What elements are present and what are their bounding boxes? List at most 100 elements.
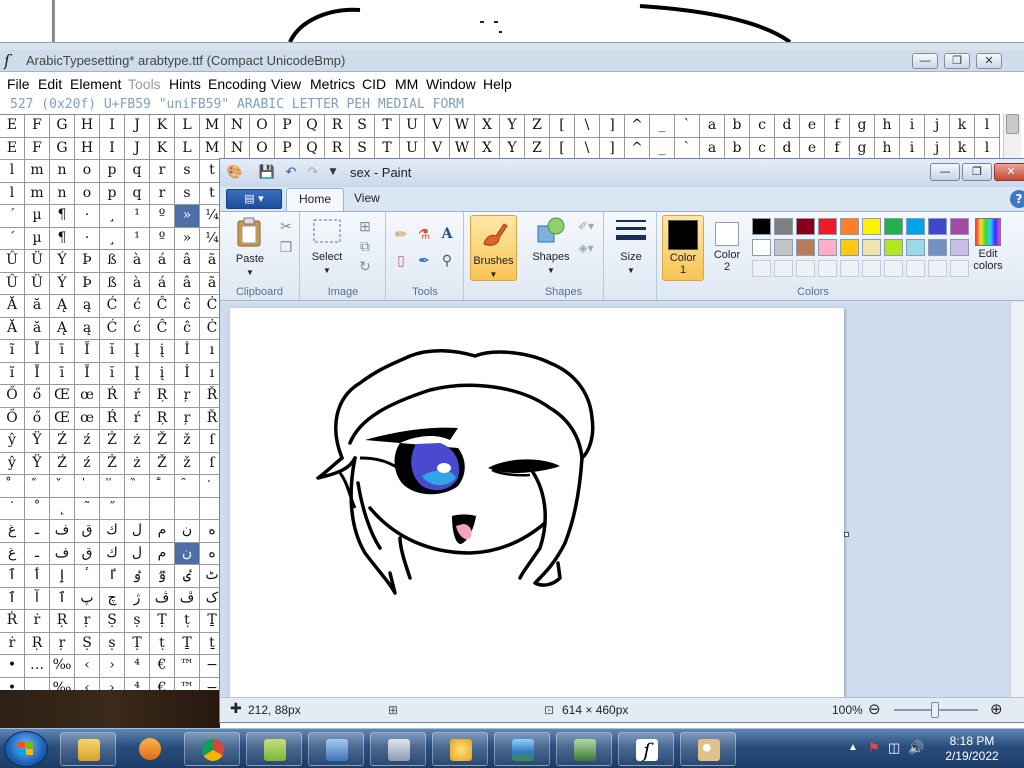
glyph-cell[interactable]: ĉ — [175, 295, 200, 317]
glyph-cell[interactable]: X — [475, 137, 500, 159]
save-icon[interactable]: 💾 — [258, 164, 276, 181]
glyph-cell[interactable]: J — [125, 115, 150, 137]
paint-minimize-button[interactable]: — — [930, 163, 960, 181]
glyph-cell[interactable]: ٱ — [0, 565, 25, 587]
edit-colors-button[interactable]: Edit colors — [966, 215, 1010, 281]
glyph-cell[interactable]: K — [150, 137, 175, 159]
glyph-cell[interactable]: L — [175, 137, 200, 159]
glyph-cell[interactable]: S — [350, 115, 375, 137]
glyph-cell[interactable]: ž — [175, 452, 200, 474]
paint-restore-button[interactable]: ❐ — [962, 163, 992, 181]
glyph-cell[interactable]: Ź — [50, 430, 75, 452]
glyph-cell[interactable]: ̎ — [100, 475, 125, 497]
glyph-cell[interactable]: l — [0, 160, 25, 182]
glyph-cell[interactable]: á — [150, 250, 175, 272]
glyph-cell[interactable]: m — [25, 160, 50, 182]
glyph-cell[interactable]: ˜ — [75, 497, 100, 519]
glyph-cell[interactable]: ṭ — [175, 610, 200, 632]
glyph-cell[interactable]: O — [250, 137, 275, 159]
glyph-cell[interactable]: ف — [50, 542, 75, 564]
glyph-cell[interactable] — [150, 497, 175, 519]
glyph-cell[interactable]: Ṯ — [175, 632, 200, 654]
palette-swatch[interactable] — [884, 218, 903, 235]
glyph-cell[interactable]: Ý — [50, 272, 75, 294]
glyph-cell[interactable]: ٸ — [175, 565, 200, 587]
glyph-cell[interactable]: h — [875, 115, 900, 137]
glyph-cell[interactable]: G — [50, 115, 75, 137]
help-icon[interactable]: ? — [1010, 190, 1024, 208]
glyph-cell[interactable]: M — [200, 137, 225, 159]
glyph-cell[interactable]: ż — [125, 452, 150, 474]
glyph-cell[interactable]: W — [450, 115, 475, 137]
glyph-cell[interactable]: ٱ — [50, 587, 75, 609]
zoom-slider-thumb[interactable] — [931, 702, 939, 718]
glyph-cell[interactable]: ك — [100, 542, 125, 564]
palette-swatch[interactable] — [752, 218, 771, 235]
glyph-cell[interactable]: چ — [100, 587, 125, 609]
glyph-cell[interactable]: Ő — [0, 385, 25, 407]
glyph-cell[interactable]: ڤ — [150, 587, 175, 609]
glyph-cell[interactable]: q — [125, 160, 150, 182]
glyph-cell[interactable]: Ć — [100, 295, 125, 317]
glyph-cell[interactable]: E — [0, 137, 25, 159]
glyph-cell[interactable]: ŕ — [125, 385, 150, 407]
glyph-cell[interactable]: ĩ — [0, 340, 25, 362]
glyph-cell[interactable]: ṛ — [75, 610, 100, 632]
glyph-cell[interactable]: € — [150, 655, 175, 677]
glyph-cell[interactable]: œ — [75, 385, 100, 407]
custom-color-slot[interactable] — [774, 260, 793, 277]
brushes-button[interactable]: Brushes ▼ — [470, 215, 517, 281]
palette-swatch[interactable] — [818, 239, 837, 256]
glyph-cell[interactable]: İ — [175, 362, 200, 384]
select-button[interactable]: Select ▼ — [307, 216, 347, 276]
glyph-cell[interactable]: Į — [125, 340, 150, 362]
custom-color-slot[interactable] — [840, 260, 859, 277]
glyph-cell[interactable]: ź — [75, 430, 100, 452]
glyph-cell[interactable]: Û — [0, 250, 25, 272]
volume-icon[interactable]: 🔊 — [908, 740, 924, 756]
color1-button[interactable]: Color 1 — [662, 215, 704, 281]
glyph-cell[interactable]: µ — [25, 227, 50, 249]
glyph-cell[interactable]: Ź — [50, 452, 75, 474]
paint-close-button[interactable]: ✕ — [994, 163, 1024, 181]
custom-color-slot[interactable] — [906, 260, 925, 277]
glyph-cell[interactable]: Ÿ — [25, 452, 50, 474]
glyph-cell[interactable]: · — [75, 205, 100, 227]
glyph-cell[interactable]: W — [450, 137, 475, 159]
glyph-cell[interactable]: b — [725, 137, 750, 159]
taskbar-keyboard[interactable] — [370, 732, 426, 766]
menu-element[interactable]: Element — [70, 76, 121, 92]
fontforge-titlebar[interactable]: ſ ArabicTypesetting* arabtype.ttf (Compa… — [0, 50, 1024, 72]
glyph-cell[interactable]: º — [150, 205, 175, 227]
palette-swatch[interactable] — [818, 218, 837, 235]
glyph-cell[interactable]: غ — [0, 520, 25, 542]
glyph-cell[interactable]: Ŗ — [150, 407, 175, 429]
glyph-cell[interactable]: į — [150, 362, 175, 384]
glyph-cell[interactable]: … — [25, 655, 50, 677]
resize-handle[interactable] — [844, 532, 849, 537]
glyph-cell[interactable]: ⁴ — [125, 655, 150, 677]
glyph-cell[interactable]: م — [150, 520, 175, 542]
zoom-in-icon[interactable]: ⊕ — [990, 700, 1003, 718]
glyph-cell[interactable]: s — [175, 182, 200, 204]
taskbar-paint[interactable] — [680, 732, 736, 766]
zoom-out-icon[interactable]: ⊖ — [868, 700, 881, 718]
menu-view[interactable]: View — [271, 76, 301, 92]
glyph-cell[interactable]: r — [150, 160, 175, 182]
glyph-cell[interactable]: ĭ — [100, 340, 125, 362]
tab-home[interactable]: Home — [286, 188, 345, 211]
glyph-cell[interactable]: ژ — [125, 587, 150, 609]
outline-icon[interactable]: ✐▾ — [576, 216, 596, 236]
glyph-cell[interactable]: Ṛ — [50, 610, 75, 632]
glyph-cell[interactable]: ‹ — [75, 655, 100, 677]
glyph-cell[interactable]: J — [125, 137, 150, 159]
glyph-cell[interactable]: پ — [75, 587, 100, 609]
glyph-cell[interactable]: a — [700, 115, 725, 137]
glyph-cell[interactable]: e — [800, 115, 825, 137]
glyph-cell[interactable]: Y — [500, 137, 525, 159]
glyph-cell[interactable]: Ż — [100, 452, 125, 474]
glyph-cell[interactable]: s — [175, 160, 200, 182]
glyph-cell[interactable]: [ — [550, 115, 575, 137]
palette-swatch[interactable] — [928, 218, 947, 235]
glyph-cell[interactable]: T — [375, 137, 400, 159]
